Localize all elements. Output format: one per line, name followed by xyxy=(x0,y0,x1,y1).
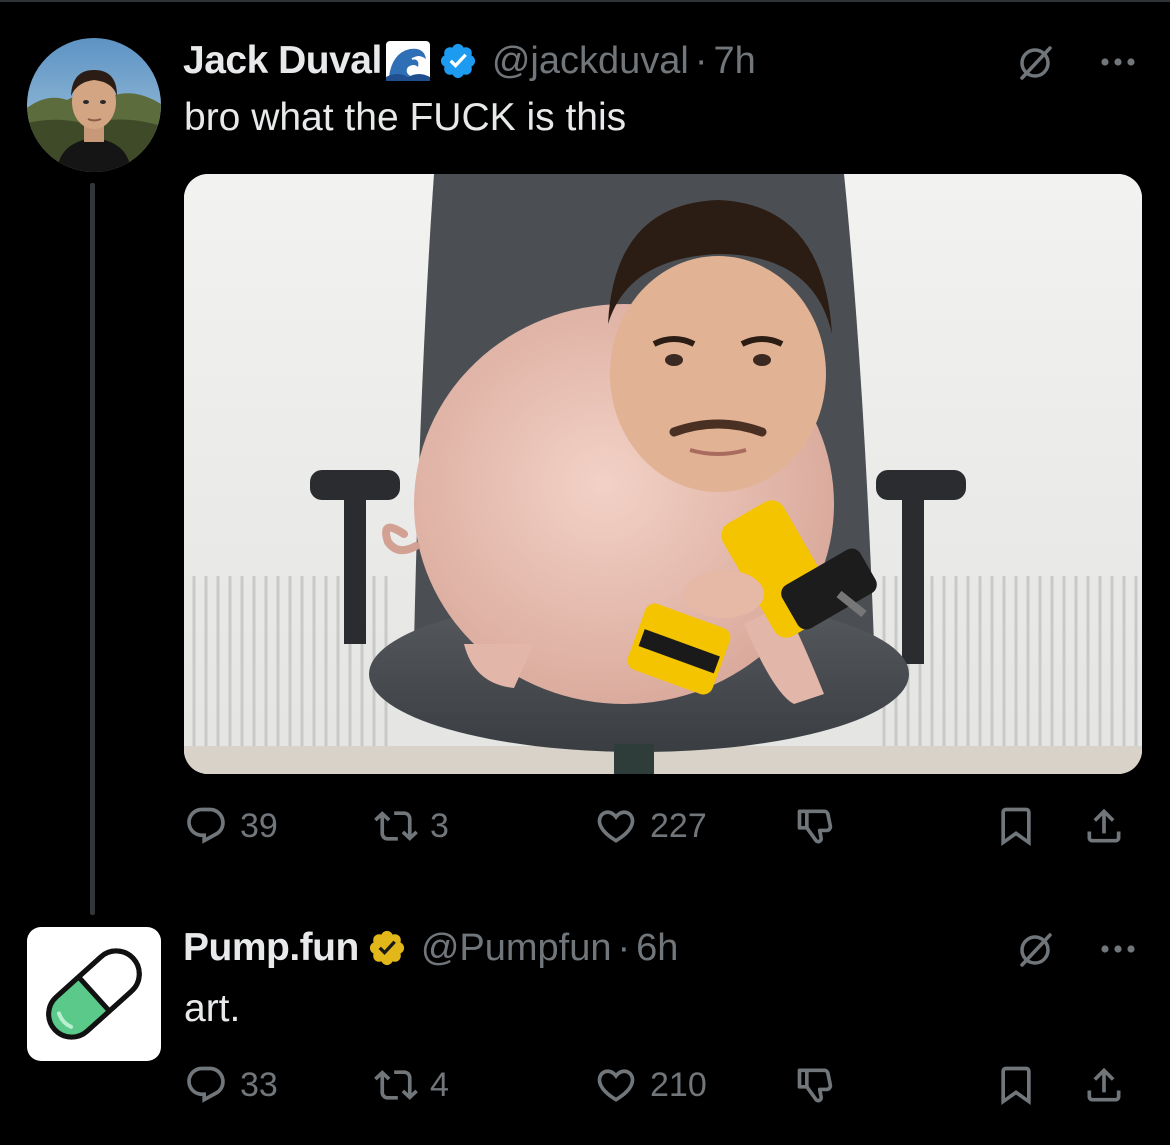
separator-dot: · xyxy=(617,926,631,969)
gold-checkmark-icon[interactable] xyxy=(367,928,407,968)
thread-view: Jack Duval @jackduval · 7h bro what the … xyxy=(0,0,1170,1145)
tweet-jackduval[interactable]: Jack Duval @jackduval · 7h bro what the … xyxy=(0,0,1170,915)
heart-icon xyxy=(597,1069,635,1102)
like-count: 227 xyxy=(650,806,707,845)
avatar-pumpfun[interactable] xyxy=(27,927,161,1061)
display-name[interactable]: Pump.fun xyxy=(183,926,359,970)
blue-checkmark-icon[interactable] xyxy=(438,41,478,81)
heart-icon xyxy=(597,810,635,843)
timestamp[interactable]: 6h xyxy=(636,927,678,970)
tweet-header: Pump.fun @Pumpfun · 6h xyxy=(183,923,678,973)
retweet-button[interactable]: 4 xyxy=(374,1055,449,1115)
pill-logo-icon xyxy=(46,948,142,1040)
bookmark-button[interactable] xyxy=(994,796,1038,856)
wave-emoji-icon xyxy=(385,41,430,81)
handle[interactable]: @Pumpfun xyxy=(421,927,612,970)
tweet-text: art. xyxy=(184,987,241,1030)
share-button[interactable] xyxy=(1082,796,1126,856)
retweet-button[interactable]: 3 xyxy=(374,796,449,856)
tweet-actions: 33 4 210 xyxy=(184,1055,1144,1115)
tweet-header: Jack Duval @jackduval · 7h xyxy=(183,36,756,86)
more-options-icon[interactable] xyxy=(1096,40,1140,84)
tweet-actions: 39 3 227 xyxy=(184,796,1144,856)
retweet-icon xyxy=(374,1070,418,1100)
separator-dot: · xyxy=(694,39,708,82)
tweet-pumpfun[interactable]: Pump.fun @Pumpfun · 6h art. 33 4 210 xyxy=(0,905,1170,1145)
retweet-count: 4 xyxy=(430,1065,449,1104)
bookmark-icon xyxy=(1001,1066,1031,1106)
bookmark-icon xyxy=(1001,807,1031,847)
like-button[interactable]: 210 xyxy=(594,1055,707,1115)
reply-count: 33 xyxy=(240,1065,278,1104)
bookmark-button[interactable] xyxy=(994,1055,1038,1115)
grok-icon[interactable] xyxy=(1014,40,1058,84)
grok-icon[interactable] xyxy=(1014,927,1058,971)
reply-count: 39 xyxy=(240,806,278,845)
like-button[interactable]: 227 xyxy=(594,796,707,856)
avatar-jackduval[interactable] xyxy=(27,38,161,172)
share-icon xyxy=(1087,808,1121,843)
tweet-image[interactable] xyxy=(184,174,1142,774)
more-options-icon[interactable] xyxy=(1096,927,1140,971)
share-icon xyxy=(1087,1067,1121,1102)
handle[interactable]: @jackduval xyxy=(492,40,689,83)
reply-button[interactable]: 39 xyxy=(184,796,278,856)
tweet-text: bro what the FUCK is this xyxy=(184,96,627,139)
thumbs-down-icon xyxy=(797,1068,833,1103)
reply-icon xyxy=(187,807,225,844)
dislike-button[interactable] xyxy=(794,1055,838,1115)
timestamp[interactable]: 7h xyxy=(713,40,755,83)
like-count: 210 xyxy=(650,1065,707,1104)
retweet-count: 3 xyxy=(430,806,449,845)
reply-icon xyxy=(187,1066,225,1103)
thread-connector-line xyxy=(90,183,95,915)
share-button[interactable] xyxy=(1082,1055,1126,1115)
dislike-button[interactable] xyxy=(794,796,838,856)
display-name[interactable]: Jack Duval xyxy=(183,39,382,83)
retweet-icon xyxy=(374,811,418,841)
thumbs-down-icon xyxy=(797,809,833,844)
reply-button[interactable]: 33 xyxy=(184,1055,278,1115)
